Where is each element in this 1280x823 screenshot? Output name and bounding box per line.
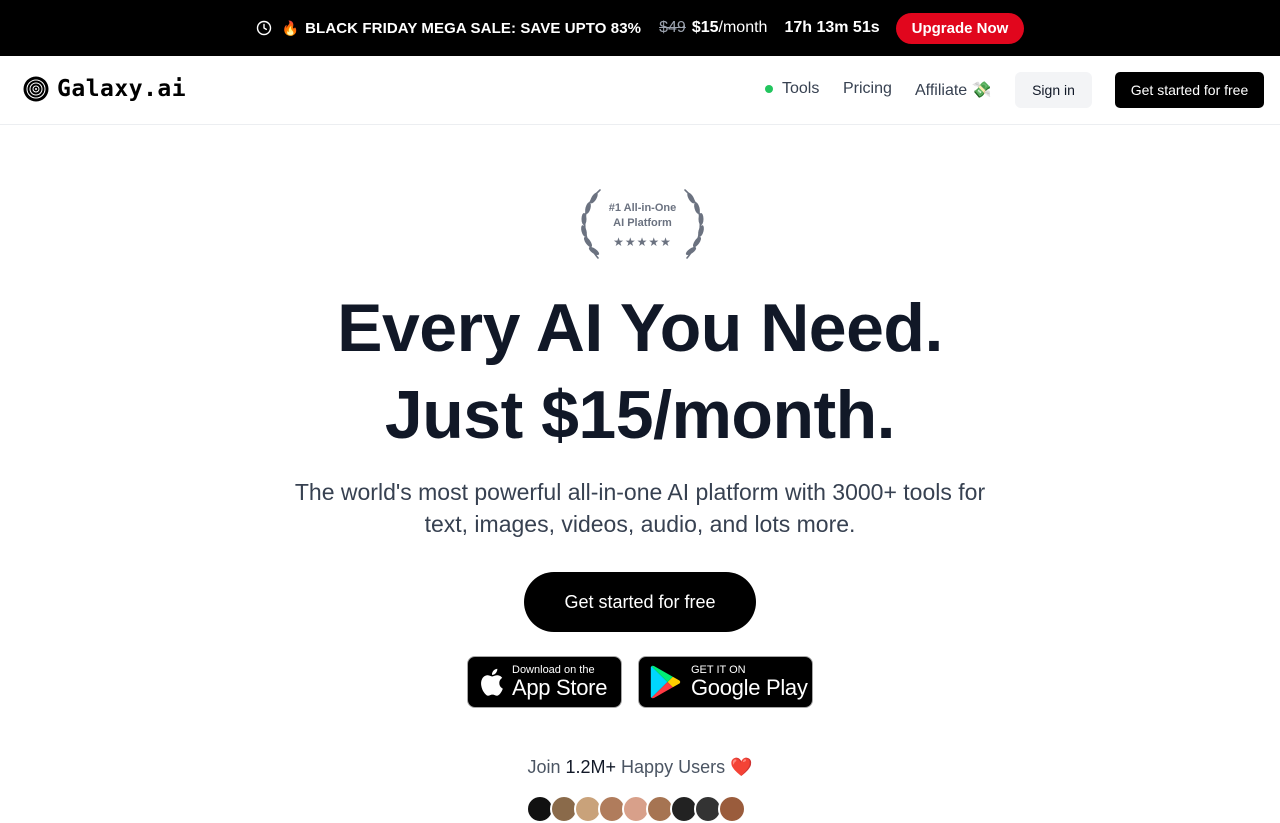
get-started-hero-button[interactable]: Get started for free [524,572,756,632]
nav-affiliate-link[interactable]: Affiliate 💸 [915,80,992,100]
app-store-label: App Store [512,675,608,700]
sign-in-button[interactable]: Sign in [1015,72,1092,108]
new-price: $15 [691,19,719,36]
nav-tools-link[interactable]: Tools [765,80,819,98]
upgrade-now-button[interactable]: Upgrade Now [895,12,1025,44]
badge-subtitle: AI Platform [613,217,672,229]
join-users-text: Join 1.2M+ Happy Users ❤️ [0,757,1280,778]
price-period: /month [718,19,768,36]
promo-bar: 🔥 BLACK FRIDAY MEGA SALE: SAVE UPTO 83% … [0,0,1280,56]
google-play-icon [650,665,682,699]
award-badge: #1 All-in-One AI Platform ★★★★★ [574,186,711,262]
fire-icon: 🔥 [281,19,300,36]
heart-icon: ❤️ [730,757,753,777]
user-count: 1.2M+ [565,757,617,777]
join-prefix: Join [527,757,566,777]
badge-title: #1 All-in-One [608,202,677,214]
apple-icon [478,667,504,697]
galaxy-logo-icon [23,76,49,102]
countdown-timer: 17h 13m 51s [784,19,880,36]
status-dot-icon [765,85,773,93]
nav-tools-label: Tools [782,80,820,97]
google-play-button[interactable]: GET IT ON Google Play [638,656,813,708]
user-avatars [526,795,746,823]
headline-line-1: Every AI You Need. [337,290,943,366]
app-store-button[interactable]: Download on the App Store [467,656,622,708]
headline-line-2: Just $15/month. [384,377,896,453]
hero-subtitle: The world's most powerful all-in-one AI … [294,479,986,537]
top-navigation: Galaxy.ai Tools Pricing Affiliate 💸 Sign… [0,56,1280,125]
brand-name: Galaxy.ai [57,76,187,102]
brand-logo[interactable]: Galaxy.ai [23,76,186,102]
sale-text: BLACK FRIDAY MEGA SALE: SAVE UPTO 83% [305,19,642,37]
join-suffix: Happy Users [616,757,731,777]
get-started-nav-button[interactable]: Get started for free [1115,72,1264,108]
google-play-label: Google Play [691,675,808,700]
clock-icon [256,20,272,36]
rating-stars-icon: ★★★★★ [613,235,672,249]
avatar [718,795,746,823]
nav-pricing-link[interactable]: Pricing [843,80,892,98]
old-price: $49 [659,19,686,36]
